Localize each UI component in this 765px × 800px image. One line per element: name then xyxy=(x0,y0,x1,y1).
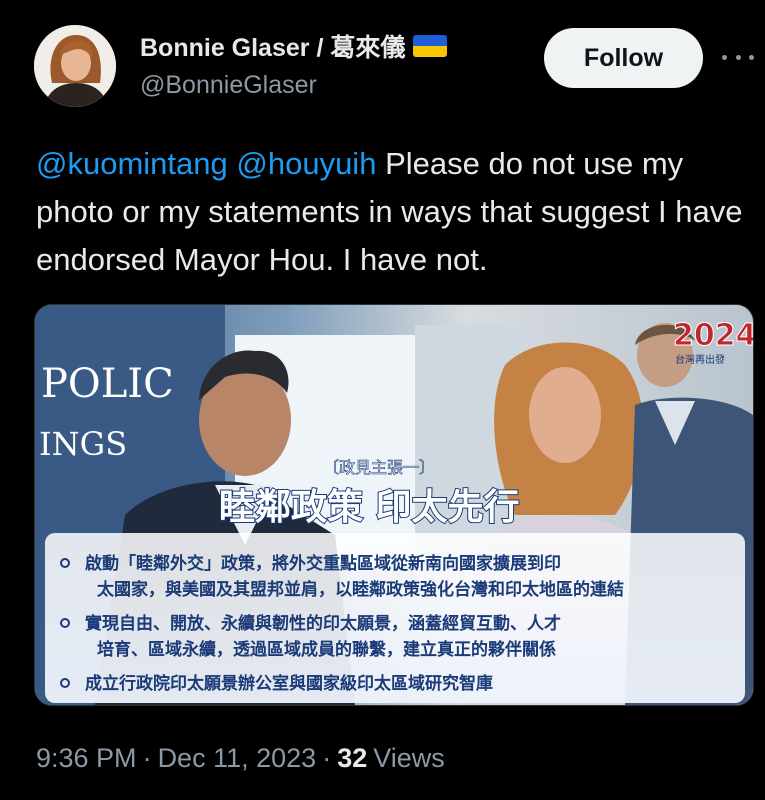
author-display-name[interactable]: Bonnie Glaser / 葛來儀 xyxy=(140,28,405,64)
policy-headline: 睦鄰政策 印太先行 xyxy=(219,487,520,528)
bullet-1-line-2: 太國家，與美國及其盟邦並肩，以睦鄰政策強化台灣和印太地區的連結 xyxy=(97,579,624,600)
avatar[interactable] xyxy=(34,25,116,107)
bullet-2-line-1: 實現自由、開放、永續與韌性的印太願景，涵蓋經貿互動、人才 xyxy=(85,613,561,634)
tweet-time[interactable]: 9:36 PM xyxy=(36,743,137,774)
views-count: 32 xyxy=(337,743,368,773)
views-label: Views xyxy=(373,743,445,773)
author-handle[interactable]: @BonnieGlaser xyxy=(140,71,317,100)
tweet-media-image[interactable]: POLIC INGS 2024 台灣再出發 〔政見主張一〕 睦鄰政策 印太先行 … xyxy=(34,304,754,706)
badge-year: 2024 xyxy=(673,318,753,353)
bullet-2-line-2: 培育、區域永續，透過區域成員的聯繫，建立真正的夥伴關係 xyxy=(97,639,556,660)
mention-kuomintang[interactable]: @kuomintang xyxy=(36,146,228,181)
backdrop-text-polic: POLIC xyxy=(41,361,174,407)
ukraine-flag-icon xyxy=(413,35,448,57)
mention-houyuih[interactable]: @houyuih xyxy=(236,146,376,181)
badge-subtitle: 台灣再出發 xyxy=(675,353,725,366)
bullet-3-line-1: 成立行政院印太願景辦公室與國家級印太區域研究智庫 xyxy=(85,673,493,694)
follow-button[interactable]: Follow xyxy=(544,28,703,88)
meta-separator-2: · xyxy=(322,743,332,773)
more-horizontal-icon[interactable] xyxy=(722,52,754,62)
bullet-1-line-1: 啟動「睦鄰外交」政策，將外交重點區域從新南向國家擴展到印 xyxy=(85,553,561,574)
campaign-graphic: POLIC INGS 2024 台灣再出發 〔政見主張一〕 睦鄰政策 印太先行 … xyxy=(35,305,753,705)
backdrop-text-ings: INGS xyxy=(39,425,127,463)
meta-separator: · xyxy=(142,743,152,773)
profile-photo xyxy=(34,25,116,107)
tweet-text: @kuomintang @houyuih Please do not use m… xyxy=(36,140,751,284)
author-name-row: Bonnie Glaser / 葛來儀 xyxy=(140,28,448,64)
policy-subtitle: 〔政見主張一〕 xyxy=(323,458,435,477)
tweet-meta: 9:36 PM · Dec 11, 2023 · 32 Views xyxy=(36,743,445,774)
tweet-date[interactable]: Dec 11, 2023 xyxy=(158,743,317,774)
